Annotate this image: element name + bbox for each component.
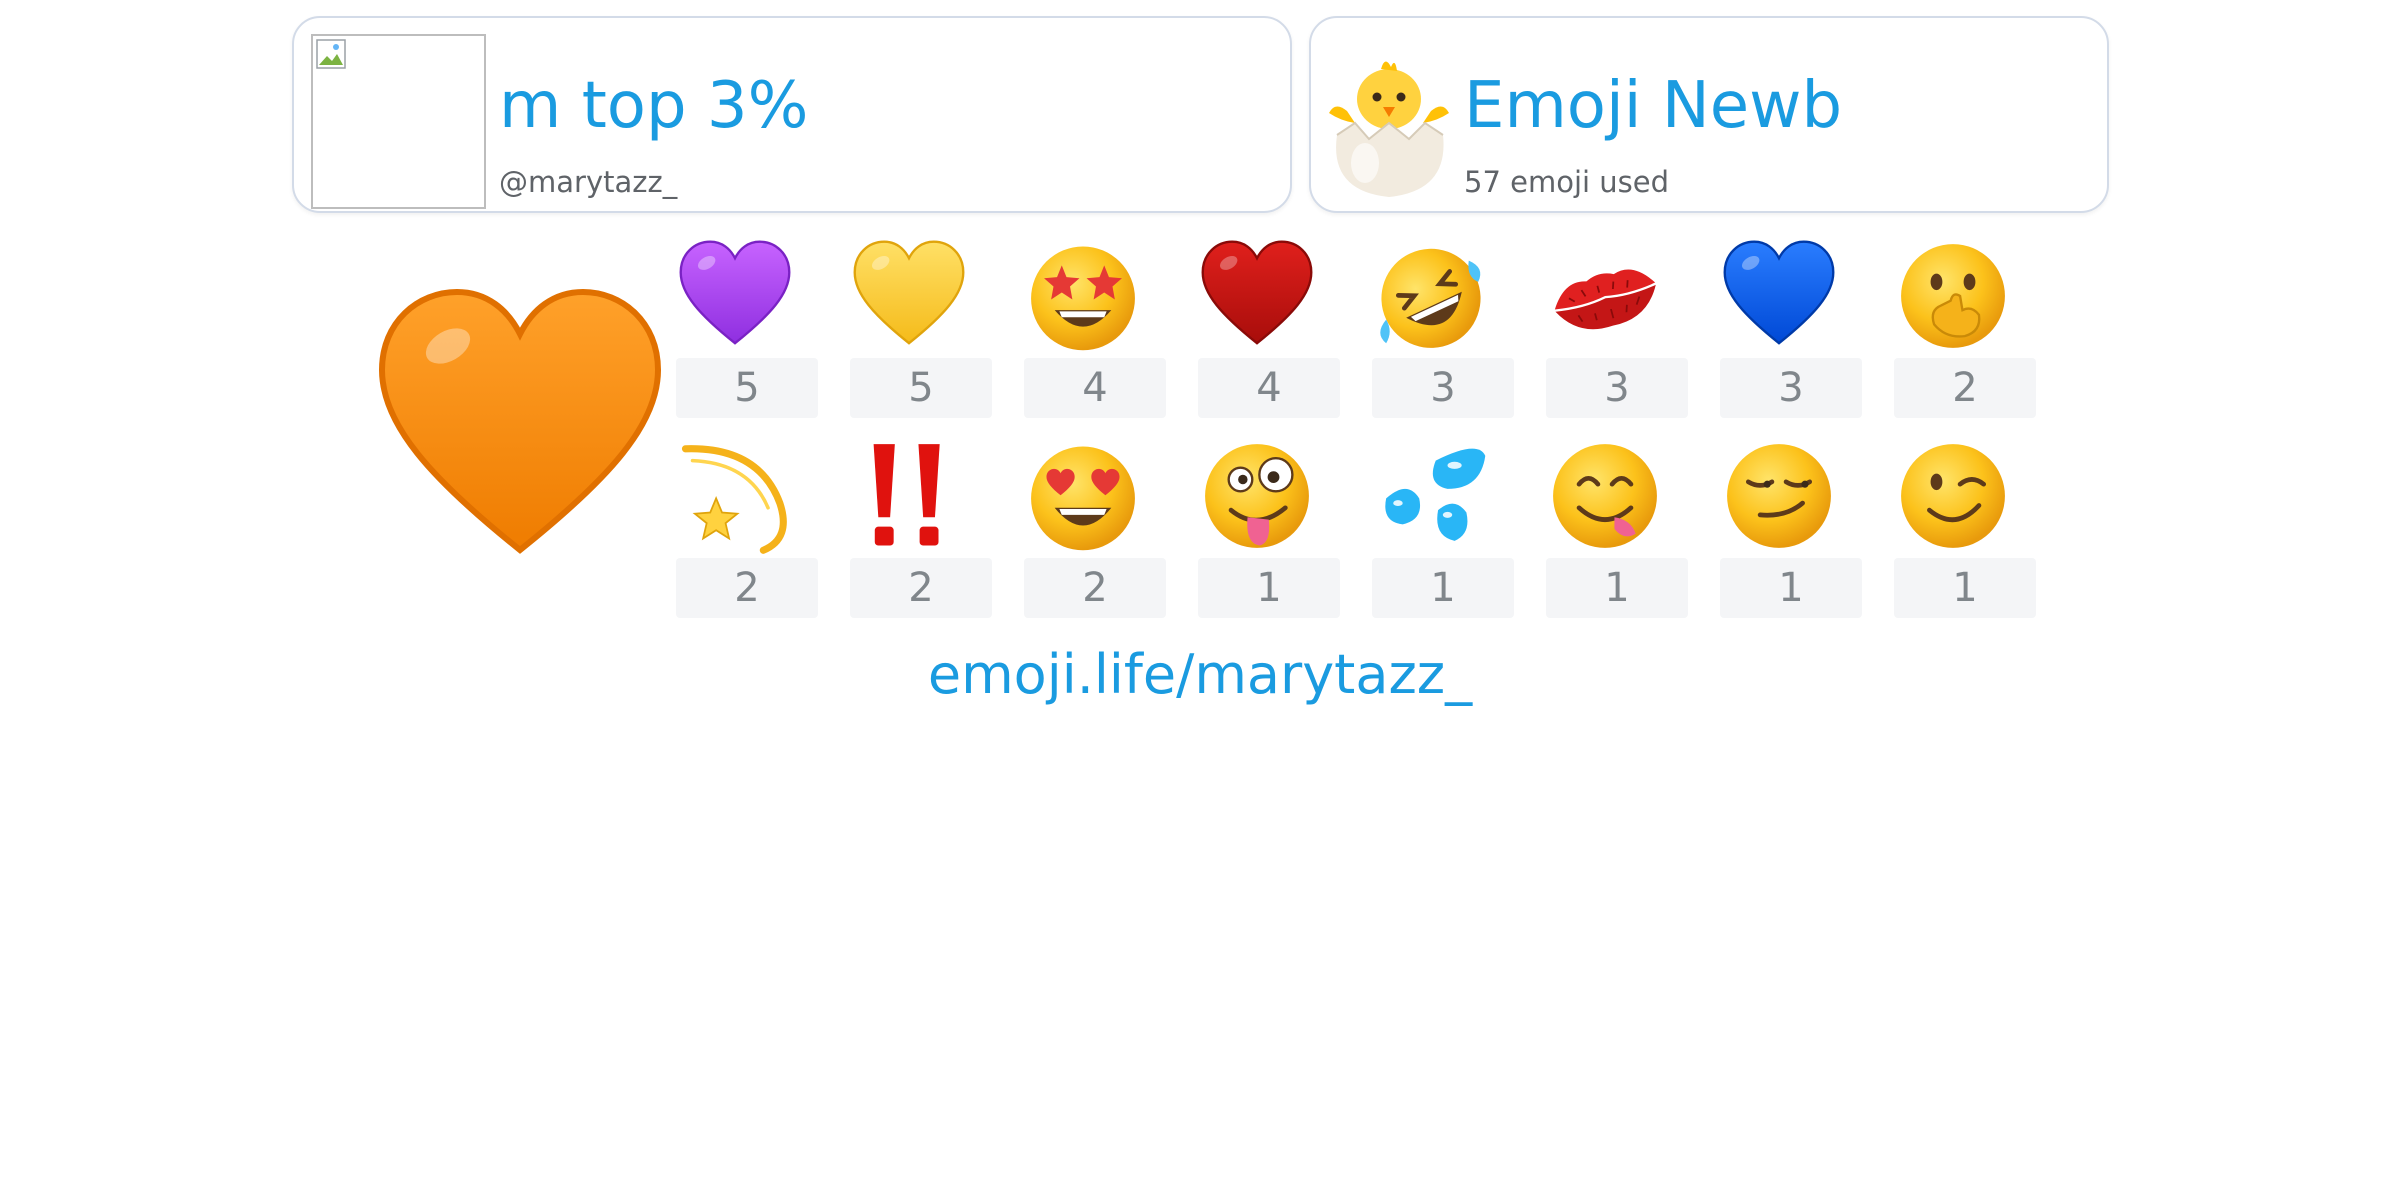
badge-title: Emoji Newb <box>1464 69 1843 143</box>
emoji-stat-item[interactable]: 3 <box>1720 235 1862 420</box>
face-savoring-food-icon <box>1553 444 1657 548</box>
red-heart-icon <box>1201 240 1313 345</box>
kiss-mark-icon <box>1554 269 1656 330</box>
emoji-count: 3 <box>1372 358 1514 418</box>
emoji-stat-item[interactable]: 1 <box>1372 435 1514 620</box>
emoji-count: 2 <box>676 558 818 618</box>
badge-card: Emoji Newb 57 emoji used <box>1309 16 2109 213</box>
emoji-count: 1 <box>1720 558 1862 618</box>
profile-link[interactable]: emoji.life/marytazz_ <box>0 640 2400 710</box>
emoji-stat-item[interactable]: 1 <box>1546 435 1688 620</box>
emoji-stat-item[interactable]: 2 <box>1894 235 2036 420</box>
dizzy-icon <box>681 445 787 554</box>
emoji-count: 5 <box>850 358 992 418</box>
smirking-face-icon <box>1727 444 1831 548</box>
emoji-count: 5 <box>676 358 818 418</box>
orange-heart-icon <box>370 280 670 580</box>
emoji-stat-item[interactable]: 2 <box>850 435 992 620</box>
emoji-count: 2 <box>1894 358 2036 418</box>
emoji-count: 1 <box>1198 558 1340 618</box>
double-exclamation-icon <box>873 444 940 546</box>
emoji-count: 2 <box>1024 558 1166 618</box>
emoji-stat-item[interactable]: 2 <box>1024 435 1166 620</box>
emoji-stat-item[interactable]: 4 <box>1024 235 1166 420</box>
face-with-hand-over-mouth-icon <box>1901 244 2005 348</box>
emoji-stat-item[interactable]: 1 <box>1720 435 1862 620</box>
emoji-stat-item[interactable]: 3 <box>1546 235 1688 420</box>
user-handle[interactable]: @marytazz_ <box>499 164 677 200</box>
broken-image-icon <box>316 39 346 69</box>
emoji-count: 3 <box>1546 358 1688 418</box>
emoji-stat-item[interactable]: 1 <box>1894 435 2036 620</box>
rolling-on-floor-laughing-icon <box>1380 248 1481 348</box>
rank-title: m top 3% <box>499 69 809 143</box>
emoji-count: 3 <box>1720 358 1862 418</box>
star-struck-face-icon <box>1031 246 1135 351</box>
winking-face-icon <box>1901 444 2005 548</box>
emoji-stat-item[interactable]: 5 <box>676 235 818 420</box>
blue-heart-icon <box>1723 240 1835 345</box>
emoji-count: 1 <box>1372 558 1514 618</box>
purple-heart-icon <box>679 240 791 345</box>
profile-card: m top 3% @marytazz_ <box>292 16 1292 213</box>
emoji-stat-item[interactable]: 4 <box>1198 235 1340 420</box>
emoji-usage-count: 57 emoji used <box>1464 165 1670 199</box>
emoji-stat-item[interactable]: 5 <box>850 235 992 420</box>
emoji-stat-item[interactable]: 1 <box>1198 435 1340 620</box>
emoji-count: 1 <box>1546 558 1688 618</box>
emoji-count: 4 <box>1198 358 1340 418</box>
zany-face-icon <box>1205 444 1309 548</box>
hatching-chick-icon <box>1329 61 1449 197</box>
emoji-count: 4 <box>1024 358 1166 418</box>
emoji-stat-item[interactable]: 2 <box>676 435 818 620</box>
sweat-droplets-icon <box>1385 448 1486 541</box>
emoji-count: 2 <box>850 558 992 618</box>
yellow-heart-icon <box>853 240 965 345</box>
emoji-count: 1 <box>1894 558 2036 618</box>
heart-eyes-face-icon <box>1031 446 1135 551</box>
avatar <box>311 34 486 209</box>
emoji-stat-item[interactable]: 3 <box>1372 235 1514 420</box>
